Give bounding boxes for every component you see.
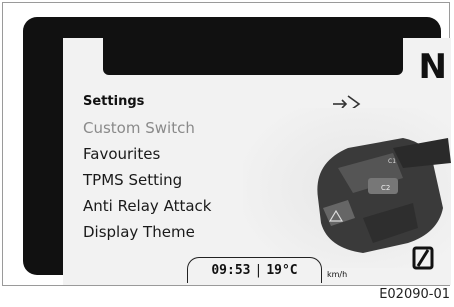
menu-item-anti-relay-attack[interactable]: Anti Relay Attack xyxy=(83,193,211,219)
menu-item-custom-switch[interactable]: Custom Switch xyxy=(83,115,211,141)
speed-unit: km/h xyxy=(327,270,348,279)
ambient-temperature: 19°C xyxy=(266,263,298,278)
menu-title: Settings xyxy=(83,94,145,109)
menu-item-favourites[interactable]: Favourites xyxy=(83,141,211,167)
display-screen: N C2 C1 Settings Custom Switch Favourite… xyxy=(63,38,451,285)
figure-frame: N C2 C1 Settings Custom Switch Favourite… xyxy=(2,2,451,286)
status-separator: | xyxy=(254,263,263,278)
gear-indicator: N xyxy=(418,47,447,87)
figure-code: E02090-01 xyxy=(379,287,450,302)
display-bezel: N C2 C1 Settings Custom Switch Favourite… xyxy=(23,17,451,285)
menu-item-display-theme[interactable]: Display Theme xyxy=(83,219,211,245)
settings-menu: Settings Custom Switch Favourites TPMS S… xyxy=(83,94,211,245)
handlebar-switch-image: C2 C1 xyxy=(243,108,451,268)
svg-text:C1: C1 xyxy=(388,158,396,165)
clock-time: 09:53 xyxy=(211,263,251,278)
menu-item-tpms-setting[interactable]: TPMS Setting xyxy=(83,167,211,193)
svg-text:C2: C2 xyxy=(381,184,390,192)
speed-display-icon xyxy=(412,246,434,270)
status-bar: 09:53 | 19°C xyxy=(187,257,322,283)
top-bar xyxy=(103,38,403,75)
